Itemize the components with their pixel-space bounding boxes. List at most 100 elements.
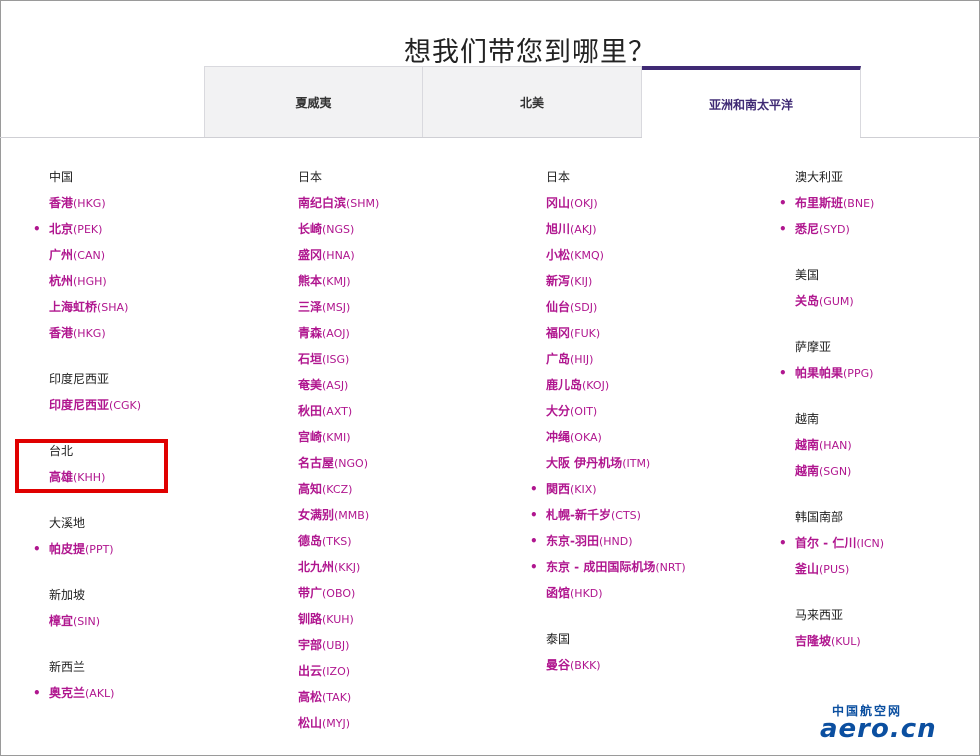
destination-link[interactable]: • 札幌-新千岁(CTS) — [530, 502, 786, 528]
destination-link[interactable]: • 奥克兰(AKL) — [33, 680, 289, 706]
destination-link[interactable]: 釜山(PUS) — [795, 556, 980, 582]
destination-link[interactable]: 越南(HAN) — [795, 432, 980, 458]
airport-code: (HKD) — [570, 587, 603, 600]
airport-code: (SGN) — [819, 465, 852, 478]
destination-link[interactable]: 石垣(ISG) — [298, 346, 538, 372]
city-name: 北京 — [49, 222, 74, 236]
airport-code: (HKG) — [73, 197, 106, 210]
destination-link[interactable]: 冈山(OKJ) — [546, 190, 786, 216]
bullet-icon: • — [779, 222, 787, 236]
destination-link[interactable]: 上海虹桥(SHA) — [49, 294, 289, 320]
destination-link[interactable]: 三泽(MSJ) — [298, 294, 538, 320]
destination-link[interactable]: 出云(IZO) — [298, 658, 538, 684]
airport-code: (BNE) — [843, 197, 875, 210]
country-heading: 中国 — [49, 170, 74, 184]
destination-link[interactable]: 香港(HKG) — [49, 320, 289, 346]
destination-link[interactable]: 函馆(HKD) — [546, 580, 786, 606]
airport-code: (ISG) — [322, 353, 350, 366]
destination-link[interactable]: 青森(AOJ) — [298, 320, 538, 346]
city-name: 德岛 — [298, 534, 323, 548]
destination-link[interactable]: 关岛(GUM) — [795, 288, 980, 314]
destination-link[interactable]: 新泻(KIJ) — [546, 268, 786, 294]
destination-link[interactable]: • 布里斯班(BNE) — [779, 190, 980, 216]
destination-link[interactable]: • 帕皮提(PPT) — [33, 536, 289, 562]
airport-code: (CGK) — [109, 399, 142, 412]
airport-code: (OIT) — [570, 405, 598, 418]
destination-link[interactable]: 长崎(NGS) — [298, 216, 538, 242]
destination-link[interactable]: 印度尼西亚(CGK) — [49, 392, 289, 418]
destination-link[interactable]: • 东京-羽田(HND) — [530, 528, 786, 554]
destination-link[interactable]: 钏路(KUH) — [298, 606, 538, 632]
country-heading: 大溪地 — [49, 516, 86, 530]
watermark-main-text: aero.cn — [820, 714, 937, 744]
city-name: 曼谷 — [546, 658, 571, 672]
destination-link[interactable]: 旭川(AKJ) — [546, 216, 786, 242]
destination-link[interactable]: 秋田(AXT) — [298, 398, 538, 424]
airport-code: (HIJ) — [570, 353, 594, 366]
airport-code: (SHM) — [346, 197, 380, 210]
city-name: 女满别 — [298, 508, 335, 522]
destination-link[interactable]: 广州(CAN) — [49, 242, 289, 268]
tab-north-america[interactable]: 北美 — [423, 66, 642, 138]
bullet-icon: • — [779, 536, 787, 550]
destination-link[interactable]: 杭州(HGH) — [49, 268, 289, 294]
destination-link[interactable]: 宇部(UBJ) — [298, 632, 538, 658]
destination-link[interactable]: • 関西(KIX) — [530, 476, 786, 502]
city-name: 福冈 — [546, 326, 571, 340]
city-name: 石垣 — [298, 352, 323, 366]
destination-link[interactable]: 女满别(MMB) — [298, 502, 538, 528]
destination-link[interactable]: 大阪 伊丹机场(ITM) — [546, 450, 786, 476]
destination-link[interactable]: 吉隆坡(KUL) — [795, 628, 980, 654]
city-name: 大阪 伊丹机场 — [546, 456, 623, 470]
city-name: 三泽 — [298, 300, 323, 314]
city-name: 熊本 — [298, 274, 323, 288]
country-group: 韩国南部 • 首尔 - 仁川(ICN) 釜山(PUS) — [779, 504, 980, 582]
destination-link[interactable]: • 东京 - 成田国际机场(NRT) — [530, 554, 786, 580]
airport-code: (CAN) — [73, 249, 106, 262]
destination-link[interactable]: 奄美(ASJ) — [298, 372, 538, 398]
destination-link[interactable]: • 帕果帕果(PPG) — [779, 360, 980, 386]
destination-link[interactable]: 曼谷(BKK) — [546, 652, 786, 678]
tab-hawaii[interactable]: 夏威夷 — [204, 66, 423, 138]
airport-code: (FUK) — [570, 327, 601, 340]
destination-link[interactable]: 香港(HKG) — [49, 190, 289, 216]
destination-link[interactable]: 仙台(SDJ) — [546, 294, 786, 320]
destination-link[interactable]: 熊本(KMJ) — [298, 268, 538, 294]
destination-link[interactable]: 高松(TAK) — [298, 684, 538, 710]
country-heading: 韩国南部 — [795, 510, 844, 524]
destination-link[interactable]: 带广(OBO) — [298, 580, 538, 606]
destination-link[interactable]: • 悉尼(SYD) — [779, 216, 980, 242]
city-name: 关岛 — [795, 294, 820, 308]
airport-code: (GUM) — [819, 295, 854, 308]
country-heading: 越南 — [795, 412, 820, 426]
country-group: 中国 香港(HKG) • 北京(PEK) 广州(CAN) 杭州(HGH) 上海虹桥(SHA)… — [33, 164, 289, 346]
destination-link[interactable]: 宫崎(KMI) — [298, 424, 538, 450]
destination-link[interactable]: 大分(OIT) — [546, 398, 786, 424]
destination-link[interactable]: 冲绳(OKA) — [546, 424, 786, 450]
destination-link[interactable]: 北九州(KKJ) — [298, 554, 538, 580]
airport-code: (OKJ) — [570, 197, 598, 210]
destination-link[interactable]: • 北京(PEK) — [33, 216, 289, 242]
destination-link[interactable]: 松山(MYJ) — [298, 710, 538, 736]
tab-asia-south-pacific[interactable]: 亚洲和南太平洋 — [642, 66, 861, 138]
destination-link[interactable]: 名古屋(NGO) — [298, 450, 538, 476]
city-name: 香港 — [49, 196, 74, 210]
destination-link[interactable]: • 首尔 - 仁川(ICN) — [779, 530, 980, 556]
destination-link[interactable]: 广岛(HIJ) — [546, 346, 786, 372]
destination-column-3: 日本 冈山(OKJ) 旭川(AKJ) 小松(KMQ) 新泻(KIJ) 仙台(SDJ) 福冈(… — [530, 164, 786, 678]
destination-link[interactable]: 越南(SGN) — [795, 458, 980, 484]
city-name: 旭川 — [546, 222, 571, 236]
country-group: 澳大利亚 • 布里斯班(BNE) • 悉尼(SYD) — [779, 164, 980, 242]
destination-link[interactable]: 德岛(TKS) — [298, 528, 538, 554]
airport-code: (KIX) — [570, 483, 597, 496]
destination-link[interactable]: 樟宜(SIN) — [49, 608, 289, 634]
destination-link[interactable]: 盛冈(HNA) — [298, 242, 538, 268]
destination-link[interactable]: 小松(KMQ) — [546, 242, 786, 268]
destination-link[interactable]: 鹿儿岛(KOJ) — [546, 372, 786, 398]
destination-link[interactable]: 南纪白滨(SHM) — [298, 190, 538, 216]
city-name: 奥克兰 — [49, 686, 86, 700]
destination-link[interactable]: 高知(KCZ) — [298, 476, 538, 502]
destination-link[interactable]: 福冈(FUK) — [546, 320, 786, 346]
